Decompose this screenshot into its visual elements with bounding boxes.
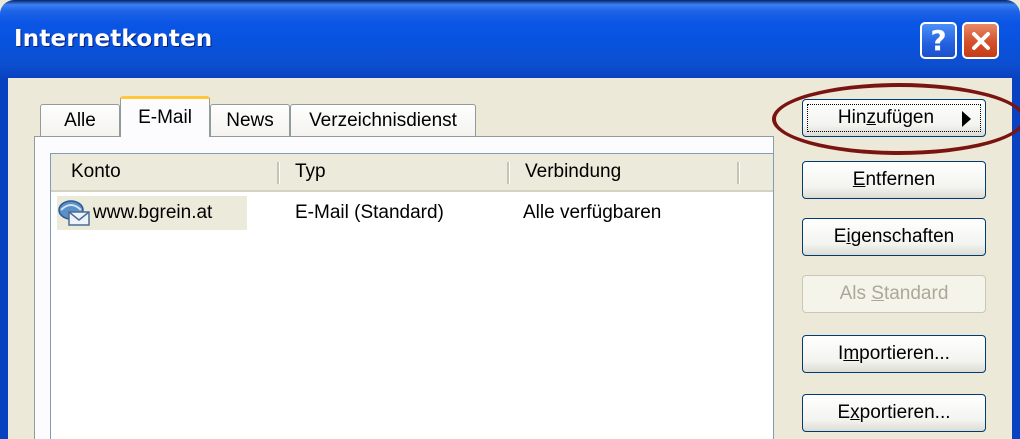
tab-verzeichnisdienst[interactable]: Verzeichnisdienst — [290, 104, 476, 136]
title-bar[interactable]: Internetkonten ? — [0, 0, 1020, 78]
tab-alle[interactable]: Alle — [40, 104, 120, 136]
tab-news[interactable]: News — [210, 104, 290, 136]
window-frame-left — [0, 78, 8, 439]
export-button[interactable]: Exportieren... — [802, 394, 986, 432]
mail-account-icon — [58, 200, 90, 226]
properties-button-label: Eigenschaften — [833, 226, 955, 247]
help-button[interactable]: ? — [920, 22, 957, 59]
remove-button[interactable]: Entfernen — [802, 161, 986, 199]
column-separator[interactable] — [507, 162, 510, 184]
set-default-button-label: Als Standard — [839, 283, 949, 304]
list-header: Konto Typ Verbindung — [51, 154, 773, 192]
column-separator[interactable] — [737, 162, 740, 184]
column-header-verbindung[interactable]: Verbindung — [525, 154, 621, 190]
properties-button[interactable]: Eigenschaften — [802, 218, 986, 256]
close-icon — [971, 31, 990, 50]
remove-button-label: Entfernen — [852, 169, 936, 190]
account-name: www.bgrein.at — [93, 202, 213, 223]
import-button[interactable]: Importieren... — [802, 335, 986, 373]
accounts-list[interactable]: Konto Typ Verbindung www.bgrein.at E-Mai… — [50, 153, 774, 439]
account-connection: Alle verfügbaren — [523, 202, 662, 223]
import-button-label: Importieren... — [838, 343, 950, 364]
column-separator[interactable] — [277, 162, 280, 184]
column-header-konto[interactable]: Konto — [71, 154, 121, 190]
export-button-label: Exportieren... — [837, 402, 951, 423]
internet-accounts-dialog: Internetkonten ? Alle E-Mail News Verzei… — [0, 0, 1020, 439]
annotation-ellipse — [772, 83, 1020, 155]
account-cell[interactable]: www.bgrein.at — [57, 196, 247, 230]
set-default-button: Als Standard — [802, 275, 986, 313]
list-item[interactable]: www.bgrein.at E-Mail (Standard) Alle ver… — [51, 196, 773, 230]
account-type: E-Mail (Standard) — [295, 202, 444, 223]
column-header-typ[interactable]: Typ — [295, 154, 326, 190]
close-button[interactable] — [962, 22, 999, 59]
tab-email[interactable]: E-Mail — [120, 96, 210, 137]
window-title: Internetkonten — [14, 26, 213, 52]
